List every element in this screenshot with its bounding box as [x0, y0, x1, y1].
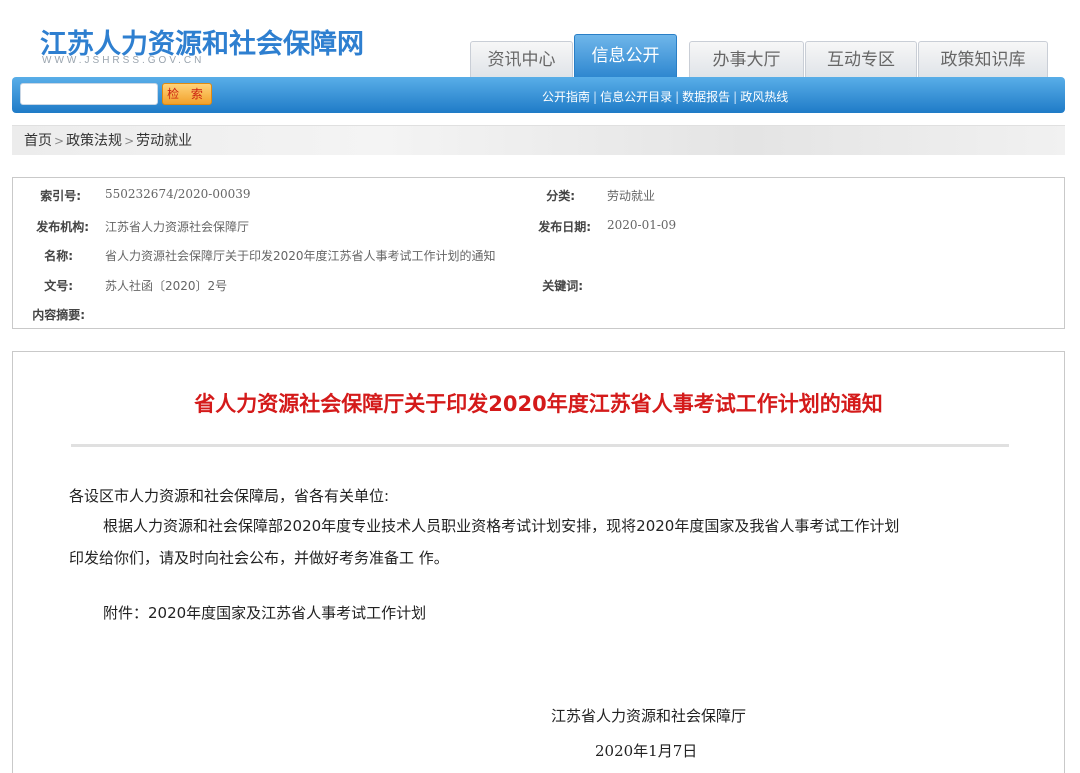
search-input[interactable]	[20, 83, 158, 105]
category-label: 分类:	[546, 189, 575, 203]
publisher-label: 发布机构:	[36, 220, 89, 234]
link-separator: |	[733, 90, 738, 104]
index-label: 索引号:	[40, 189, 81, 203]
link-separator: |	[593, 90, 598, 104]
link-integrity-hotline[interactable]: 政风热线	[740, 90, 788, 104]
breadcrumb-separator-icon: >	[124, 134, 135, 148]
keywords-label: 关键词:	[542, 279, 583, 293]
link-separator: |	[675, 90, 680, 104]
site-url: WWW.JSHRSS.GOV.CN	[42, 55, 205, 66]
sign-date: 2020年1月7日	[595, 742, 698, 760]
name-label: 名称:	[44, 249, 73, 263]
body-paragraph-line: 根据人力资源和社会保障部2020年度专业技术人员职业资格考试计划安排，现将202…	[103, 517, 900, 535]
link-disclosure-catalog[interactable]: 信息公开目录	[600, 90, 672, 104]
docno-value: 苏人社函〔2020〕2号	[105, 279, 228, 293]
index-value: 550232674/2020-00039	[105, 187, 251, 201]
signature: 江苏省人力资源和社会保障厅	[551, 707, 747, 725]
tab-news-center[interactable]: 资讯中心	[470, 41, 573, 78]
main-nav-tabs: 资讯中心 信息公开 办事大厅 互动专区 政策知识库	[470, 34, 1048, 78]
title-divider	[71, 444, 1009, 447]
summary-label: 内容摘要:	[32, 308, 85, 322]
breadcrumb-home[interactable]: 首页	[24, 133, 52, 149]
date-label: 发布日期:	[538, 220, 591, 234]
name-value: 省人力资源社会保障厅关于印发2020年度江苏省人事考试工作计划的通知	[105, 249, 496, 263]
link-disclosure-guide[interactable]: 公开指南	[542, 90, 590, 104]
document-content: 省人力资源社会保障厅关于印发2020年度江苏省人事考试工作计划的通知 各设区市人…	[12, 351, 1065, 773]
tab-service-hall[interactable]: 办事大厅	[689, 41, 804, 78]
body-paragraph-line: 印发给你们，请及时向社会公布，并做好考务准备工 作。	[69, 549, 449, 567]
tab-interaction[interactable]: 互动专区	[805, 41, 917, 78]
tab-policy-knowledge[interactable]: 政策知识库	[918, 41, 1048, 78]
document-title: 省人力资源社会保障厅关于印发2020年度江苏省人事考试工作计划的通知	[194, 392, 883, 416]
breadcrumb-separator-icon: >	[54, 134, 65, 148]
category-value: 劳动就业	[607, 189, 656, 203]
attachment-link[interactable]: 附件：2020年度国家及江苏省人事考试工作计划	[103, 602, 426, 623]
tab-info-disclosure[interactable]: 信息公开	[574, 34, 677, 78]
docno-label: 文号:	[44, 279, 73, 293]
search-button[interactable]: 检 索	[162, 83, 212, 105]
date-value: 2020-01-09	[607, 218, 677, 232]
search-bar: 检 索 公开指南 | 信息公开目录 | 数据报告 | 政风热线	[12, 77, 1065, 113]
breadcrumb: 首页 > 政策法规 > 劳动就业	[12, 125, 1065, 155]
salutation: 各设区市人力资源和社会保障局，省各有关单位:	[69, 487, 390, 505]
link-data-report[interactable]: 数据报告	[682, 90, 730, 104]
publisher-value: 江苏省人力资源社会保障厅	[105, 220, 250, 234]
disclosure-links: 公开指南 | 信息公开目录 | 数据报告 | 政风热线	[542, 88, 788, 105]
document-meta-table: 索引号: 550232674/2020-00039 分类: 劳动就业 发布机构:…	[12, 177, 1065, 329]
breadcrumb-employment[interactable]: 劳动就业	[136, 133, 192, 149]
breadcrumb-policy[interactable]: 政策法规	[66, 133, 122, 149]
